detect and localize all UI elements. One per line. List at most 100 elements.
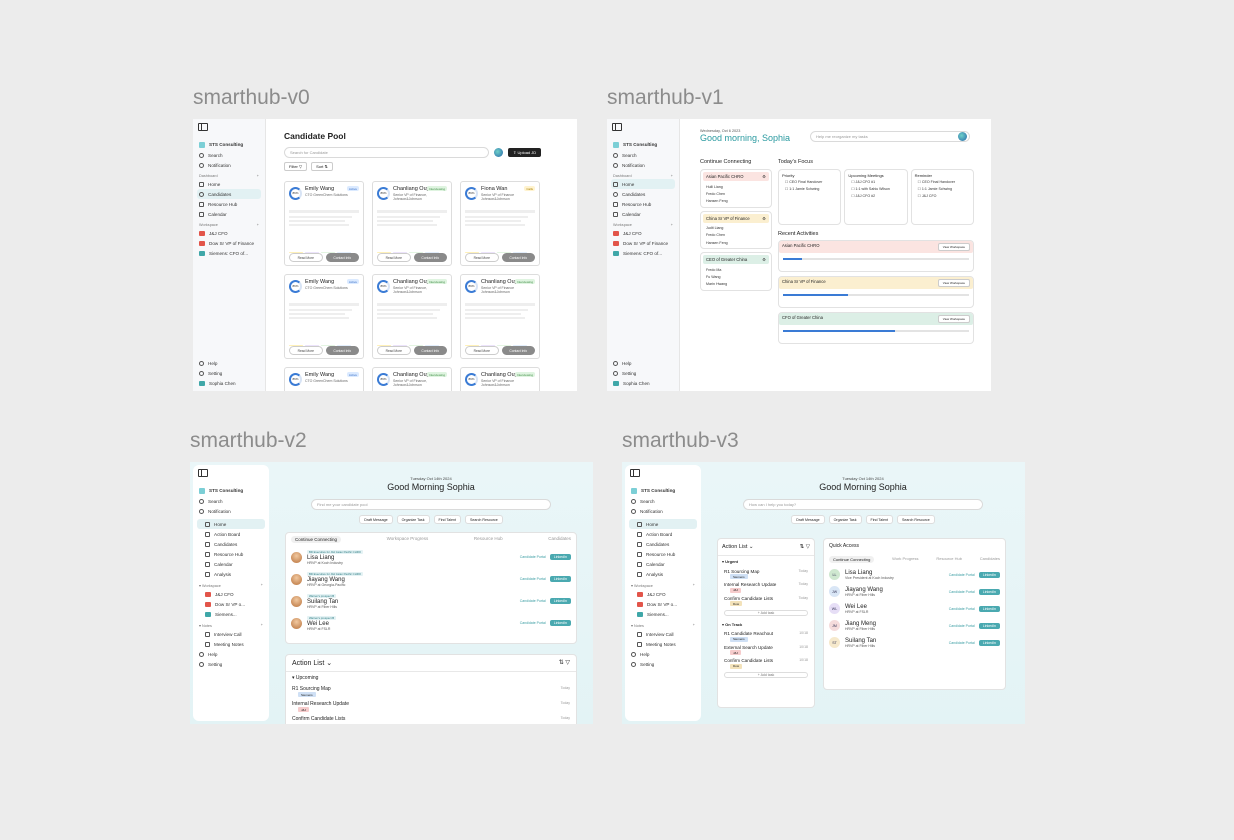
action-item[interactable]: Confirm Candidate Lists Dow 10/18 [718,657,814,671]
search-input[interactable]: Find me your candidate pool [311,499,551,510]
nav-home[interactable]: Home [629,519,697,529]
on-track-section[interactable]: ▾ On Track [718,618,814,630]
workspace-jj[interactable]: J&J CFO [629,589,697,599]
view-workspace-button[interactable]: View Workspace [937,315,970,323]
contact-row[interactable]: Hulli Liang [703,183,769,190]
quick-action-button[interactable]: Search Resource [897,515,935,524]
note-interview-call[interactable]: Interview Call [629,629,697,639]
sidebar-toggle-icon[interactable] [612,123,622,131]
nav-help[interactable]: Help [197,358,261,368]
read-more-button[interactable]: Read More [465,253,499,262]
contact-row[interactable]: Fu Wang [703,273,769,280]
nav-resource-hub[interactable]: Resource Hub [197,549,265,559]
candidate-portal-link[interactable]: Candidate Portal [520,555,546,559]
candidate-portal-link[interactable]: Candidate Portal [520,621,546,625]
action-item[interactable]: Confirm Candidate Lists Dow Today [718,594,814,608]
nav-search[interactable]: Search [197,496,265,506]
add-icon[interactable]: + [693,623,695,628]
contact-row[interactable]: Fredo Ma [703,266,769,273]
contact-row[interactable]: Hansen Feng [703,239,769,246]
quick-action-button[interactable]: Draft Message [791,515,825,524]
contact-row[interactable]: BD Executive for J&J Asian Pacific CHRO J… [286,568,576,590]
nav-setting[interactable]: Setting [197,368,261,378]
org-switcher[interactable]: STS Consulting [611,139,675,150]
search-input[interactable]: Help me reorganize my tasks [810,131,970,142]
quick-action-button[interactable]: Find Talent [433,515,462,524]
nav-home[interactable]: Home [611,179,675,189]
nav-notification[interactable]: Notification [197,160,261,170]
org-switcher[interactable]: STS Consulting [629,485,697,496]
nav-resource-hub[interactable]: Resource Hub [197,199,261,209]
read-more-button[interactable]: Read More [377,253,411,262]
linkedin-button[interactable]: LinkedIn [549,576,571,582]
search-input[interactable]: How can I help you today? [743,499,983,510]
tab[interactable]: Workspace Progress [387,536,429,543]
add-task-button[interactable]: + Add task [724,609,808,616]
org-switcher[interactable]: STS Consulting [197,485,265,496]
add-icon[interactable]: + [261,583,263,588]
add-icon[interactable]: + [693,583,695,588]
nav-search[interactable]: Search [611,150,675,160]
contact-row[interactable]: JM Jiang Meng HRVP at Fiber Hills Candidate… [824,617,1005,634]
ai-assistant-icon[interactable] [958,132,967,141]
candidate-portal-link[interactable]: Candidate Portal [520,577,546,581]
nav-setting[interactable]: Setting [611,368,675,378]
nav-notification[interactable]: Notification [197,506,265,516]
linkedin-button[interactable]: LinkedIn [549,620,571,626]
add-icon[interactable]: + [257,174,259,178]
nav-notification[interactable]: Notification [629,506,697,516]
candidate-portal-link[interactable]: Candidate Portal [520,599,546,603]
upcoming-section[interactable]: ▾ Upcoming [286,672,576,684]
tab[interactable]: Resource Hub [936,556,962,563]
sidebar-toggle-icon[interactable] [198,123,208,131]
note-meeting-notes[interactable]: Meeting Notes [197,639,265,649]
action-item[interactable]: R1 Candidate Reachout Siemens 10/18 [718,630,814,644]
linkedin-button[interactable]: LinkedIn [549,554,571,560]
add-icon[interactable]: + [671,174,673,178]
tab[interactable]: Candidates [980,556,1000,563]
group-header[interactable]: Asian Pacific CHRO ⚙ [703,172,769,181]
contact-row[interactable]: Marin Hwang [703,281,769,288]
contact-info-button[interactable]: Contact Info [413,253,447,262]
action-item[interactable]: Internal Research Update J&J Today [286,699,576,714]
nav-home[interactable]: Home [197,179,261,189]
contact-info-button[interactable]: Contact Info [501,253,535,262]
read-more-button[interactable]: Read More [289,346,323,355]
sort-filter-icons[interactable]: ⇅ ▽ [559,659,570,667]
contact-row[interactable]: Fredo Chen [703,232,769,239]
contact-info-button[interactable]: Contact Info [325,253,359,262]
nav-setting[interactable]: Setting [197,659,265,669]
action-item[interactable]: R1 Sourcing Map Siemens Today [718,567,814,581]
workspace-jj[interactable]: J&J CFO [197,228,261,238]
candidate-card[interactable]: 89% Fiona Wan Senior VP of Finance Johnson… [460,181,540,266]
read-more-button[interactable]: Read More [289,253,323,262]
nav-action-board[interactable]: Action Board [197,529,265,539]
contact-row[interactable]: Warren's prospect B Suilang Tan HRVP at Fi… [286,590,576,612]
nav-candidates[interactable]: Candidates [611,189,675,199]
contact-row[interactable]: LL Lisa Liang Vice President at Koch Indus… [824,566,1005,583]
linkedin-button[interactable]: LinkedIn [549,598,571,604]
group-header[interactable]: China Sr VP of Finance ⚙ [703,213,769,223]
quick-action-button[interactable]: Organize Task [396,515,430,524]
note-interview-call[interactable]: Interview Call [197,629,265,639]
linkedin-button[interactable]: LinkedIn [978,605,1000,612]
contact-row[interactable]: Warren's prospect B Wei Lee HRVP at FSLR Ca… [286,612,576,634]
action-list-title[interactable]: Action List ⌄ [722,544,754,550]
workspace-siemens[interactable]: Siemens... [629,609,697,619]
read-more-button[interactable]: Read More [377,346,411,355]
contact-row[interactable]: WL Wei Lee HRVP at FSLR Candidate Portal Lin… [824,600,1005,617]
contact-row[interactable]: Fredo Chen [703,190,769,197]
tab[interactable]: Resource Hub [474,536,503,543]
workspace-siemens[interactable]: Siemens: CFO of... [197,248,261,258]
read-more-button[interactable]: Read More [465,346,499,355]
nav-home[interactable]: Home [197,519,265,529]
tab[interactable]: Continue Connecting [291,536,342,543]
add-icon[interactable]: + [671,223,673,227]
nav-analysis[interactable]: Analysis [197,569,265,579]
nav-candidates[interactable]: Candidates [629,539,697,549]
workspace-dow[interactable]: Dow Sr VP o... [197,599,265,609]
candidate-card[interactable]: 89% Chanliang Ouyang Senior VP of Finance,… [372,274,452,359]
workspace-siemens[interactable]: Siemens: CFO of... [611,248,675,258]
user-profile[interactable]: Sophia Chen [611,378,675,388]
candidate-card[interactable]: 86% Emily Wang CTO GreenChem Solutions Acti… [284,181,364,266]
